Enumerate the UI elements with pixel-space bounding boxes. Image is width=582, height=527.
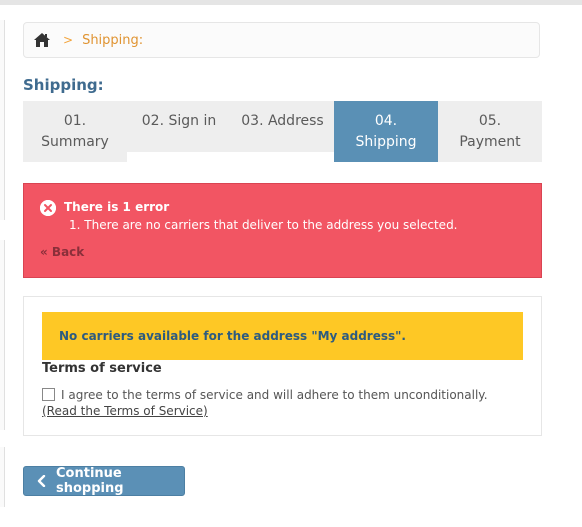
breadcrumb-current: Shipping: — [82, 32, 144, 48]
back-link[interactable]: « Back — [40, 245, 84, 259]
terms-agree-text: I agree to the terms of service and will… — [61, 388, 488, 402]
chevron-left-icon — [36, 474, 46, 488]
left-column-edge — [0, 20, 5, 220]
step-shipping[interactable]: 04. Shipping — [334, 101, 438, 162]
step-sign-in[interactable]: 02. Sign in — [127, 101, 231, 152]
step-label: 02. Sign in — [141, 113, 217, 129]
step-summary[interactable]: 01. Summary — [23, 101, 127, 162]
terms-checkbox[interactable] — [42, 388, 55, 401]
no-carriers-warning: No carriers available for the address "M… — [42, 312, 523, 360]
step-number: 01. — [63, 113, 87, 129]
terms-row: I agree to the terms of service and will… — [42, 387, 526, 419]
step-payment[interactable]: 05. Payment — [438, 101, 542, 162]
continue-shopping-button[interactable]: Continue shopping — [23, 466, 185, 496]
page-title: Shipping: — [23, 76, 104, 94]
top-border — [0, 0, 582, 5]
step-number: 04. — [374, 113, 398, 129]
shipping-panel: No carriers available for the address "M… — [23, 296, 542, 436]
step-address[interactable]: 03. Address — [231, 101, 334, 152]
step-number: 05. — [478, 113, 502, 129]
checkout-steps: 01. Summary 02. Sign in 03. Address 04. … — [23, 101, 542, 162]
terms-link[interactable]: (Read the Terms of Service) — [42, 404, 208, 418]
home-icon[interactable] — [34, 33, 50, 47]
continue-shopping-label: Continue shopping — [56, 466, 124, 496]
step-label: 03. Address — [241, 113, 324, 129]
step-label: Payment — [459, 134, 521, 150]
error-alert: There is 1 error 1. There are no carrier… — [23, 183, 542, 278]
error-title: There is 1 error — [64, 200, 170, 214]
close-circle-icon — [40, 200, 56, 216]
breadcrumb-separator: > — [63, 33, 74, 47]
terms-title: Terms of service — [42, 361, 162, 376]
step-label: Summary — [41, 134, 109, 150]
error-message: 1. There are no carriers that deliver to… — [69, 218, 458, 232]
left-column-edge — [0, 240, 5, 430]
step-label: Shipping — [355, 134, 417, 150]
left-column-edge — [0, 447, 5, 507]
breadcrumb: > Shipping: — [23, 22, 540, 58]
